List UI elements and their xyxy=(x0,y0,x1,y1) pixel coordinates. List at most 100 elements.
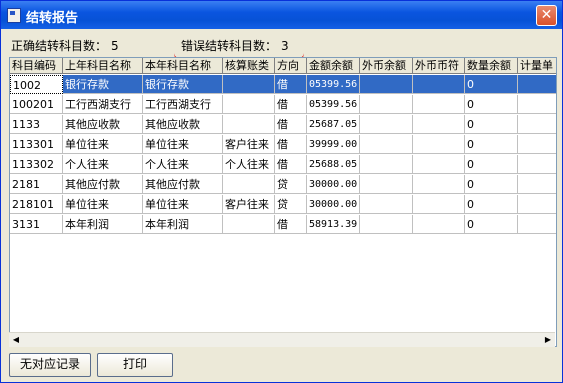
table-cell[interactable]: 0 xyxy=(465,115,518,134)
table-cell[interactable]: 其他应收款 xyxy=(143,115,223,134)
table-cell[interactable] xyxy=(518,95,556,114)
table-cell[interactable]: 借 xyxy=(275,75,307,94)
table-cell[interactable] xyxy=(223,215,275,234)
table-cell[interactable]: 借 xyxy=(275,155,307,174)
table-cell[interactable] xyxy=(360,175,413,194)
column-header[interactable]: 上年科目名称 xyxy=(63,58,143,74)
table-cell[interactable]: 借 xyxy=(275,95,307,114)
result-grid[interactable]: 科目编码 上年科目名称 本年科目名称 核算账类 方向 金额余额 外币余额 外币币符 数量余额 计量… xyxy=(9,57,557,347)
table-cell[interactable]: 其他应付款 xyxy=(63,175,143,194)
table-cell[interactable]: 贷 xyxy=(275,175,307,194)
column-header[interactable]: 方向 xyxy=(275,58,307,74)
table-cell[interactable] xyxy=(413,215,465,234)
table-cell[interactable] xyxy=(360,215,413,234)
table-cell[interactable]: 100201 xyxy=(10,95,63,114)
close-button[interactable]: ✕ xyxy=(536,5,557,26)
table-cell[interactable] xyxy=(223,75,275,94)
column-header[interactable]: 金额余额 xyxy=(307,58,360,74)
table-cell[interactable] xyxy=(413,195,465,214)
table-cell[interactable]: 单位往来 xyxy=(63,135,143,154)
table-cell[interactable]: 30000.00 xyxy=(307,195,360,214)
table-cell[interactable]: 单位往来 xyxy=(63,195,143,214)
table-cell[interactable] xyxy=(518,135,556,154)
table-cell[interactable]: 25688.05 xyxy=(307,155,360,174)
table-cell[interactable]: 个人往来 xyxy=(143,155,223,174)
table-cell[interactable]: 银行存款 xyxy=(63,75,143,94)
scroll-right-icon[interactable]: ▶ xyxy=(541,333,555,347)
table-cell[interactable]: 0 xyxy=(465,195,518,214)
table-cell[interactable]: 39999.00 xyxy=(307,135,360,154)
table-cell[interactable]: 工行西湖支行 xyxy=(143,95,223,114)
table-cell[interactable] xyxy=(360,135,413,154)
table-cell[interactable] xyxy=(360,155,413,174)
scroll-left-icon[interactable]: ◀ xyxy=(9,333,23,347)
print-button[interactable]: 打印 xyxy=(97,353,173,377)
table-cell[interactable] xyxy=(223,95,275,114)
no-match-records-button[interactable]: 无对应记录 xyxy=(9,353,91,377)
table-cell[interactable] xyxy=(518,215,556,234)
table-cell[interactable]: 其他应付款 xyxy=(143,175,223,194)
table-cell[interactable] xyxy=(413,95,465,114)
table-cell[interactable]: 25687.05 xyxy=(307,115,360,134)
table-row[interactable]: 3131 本年利润 本年利润借 58913.39 0 xyxy=(10,215,556,234)
table-cell[interactable] xyxy=(518,75,556,94)
table-cell[interactable]: 58913.39 xyxy=(307,215,360,234)
table-cell[interactable]: 个人往来 xyxy=(63,155,143,174)
table-row[interactable]: 2181 其他应付款 其他应付款贷 30000.00 0 xyxy=(10,175,556,194)
table-cell[interactable] xyxy=(518,115,556,134)
column-header[interactable]: 本年科目名称 xyxy=(143,58,223,74)
table-cell[interactable]: 05399.56 xyxy=(307,95,360,114)
table-cell[interactable]: 113302 xyxy=(10,155,63,174)
table-row[interactable]: 113301 单位往来 单位往来 客户往来借 39999.00 0 xyxy=(10,135,556,154)
table-cell[interactable]: 218101 xyxy=(10,195,63,214)
table-cell[interactable] xyxy=(518,155,556,174)
table-row[interactable]: 1133 其他应收款 其他应收款借 25687.05 0 xyxy=(10,115,556,134)
table-cell[interactable] xyxy=(360,115,413,134)
column-header[interactable]: 外币余额 xyxy=(360,58,413,74)
table-cell[interactable] xyxy=(518,195,556,214)
table-cell[interactable] xyxy=(360,95,413,114)
table-cell[interactable] xyxy=(223,115,275,134)
table-cell[interactable]: 0 xyxy=(465,135,518,154)
table-cell[interactable]: 单位往来 xyxy=(143,135,223,154)
table-cell[interactable]: 工行西湖支行 xyxy=(63,95,143,114)
table-cell[interactable]: 本年利润 xyxy=(63,215,143,234)
table-cell[interactable]: 客户往来 xyxy=(223,195,275,214)
table-cell[interactable]: 2181 xyxy=(10,175,63,194)
table-cell[interactable]: 0 xyxy=(465,75,518,94)
table-cell[interactable]: 1002 xyxy=(10,75,63,94)
table-cell[interactable] xyxy=(413,155,465,174)
table-cell[interactable]: 客户往来 xyxy=(223,135,275,154)
table-cell[interactable]: 0 xyxy=(465,95,518,114)
table-cell[interactable]: 05399.56 xyxy=(307,75,360,94)
table-cell[interactable] xyxy=(223,175,275,194)
title-bar[interactable]: 结转报告 ✕ xyxy=(1,1,562,29)
table-cell[interactable]: 其他应收款 xyxy=(63,115,143,134)
table-cell[interactable]: 30000.00 xyxy=(307,175,360,194)
table-row[interactable]: 1002 银行存款 银行存款借 05399.56 0 xyxy=(10,75,556,94)
table-cell[interactable] xyxy=(360,195,413,214)
table-cell[interactable]: 本年利润 xyxy=(143,215,223,234)
column-header[interactable]: 核算账类 xyxy=(223,58,275,74)
table-cell[interactable]: 单位往来 xyxy=(143,195,223,214)
column-header[interactable]: 数量余额 xyxy=(465,58,518,74)
table-cell[interactable]: 借 xyxy=(275,215,307,234)
table-cell[interactable]: 113301 xyxy=(10,135,63,154)
table-cell[interactable]: 0 xyxy=(465,175,518,194)
column-header[interactable]: 计量单 xyxy=(518,58,556,74)
table-cell[interactable] xyxy=(413,175,465,194)
column-header[interactable]: 外币币符 xyxy=(413,58,465,74)
table-row[interactable]: 218101 单位往来 单位往来 客户往来贷 30000.00 0 xyxy=(10,195,556,214)
table-cell[interactable]: 银行存款 xyxy=(143,75,223,94)
table-cell[interactable] xyxy=(360,75,413,94)
column-header[interactable]: 科目编码 xyxy=(10,58,63,74)
table-cell[interactable]: 个人往来 xyxy=(223,155,275,174)
table-cell[interactable]: 3131 xyxy=(10,215,63,234)
table-cell[interactable]: 0 xyxy=(465,215,518,234)
table-row[interactable]: 113302 个人往来 个人往来 个人往来借 25688.05 0 xyxy=(10,155,556,174)
table-cell[interactable]: 借 xyxy=(275,115,307,134)
table-cell[interactable]: 贷 xyxy=(275,195,307,214)
horizontal-scrollbar[interactable]: ◀ ▶ xyxy=(9,332,555,347)
table-row[interactable]: 100201 工行西湖支行 工行西湖支行借 05399.56 0 xyxy=(10,95,556,114)
table-cell[interactable]: 借 xyxy=(275,135,307,154)
